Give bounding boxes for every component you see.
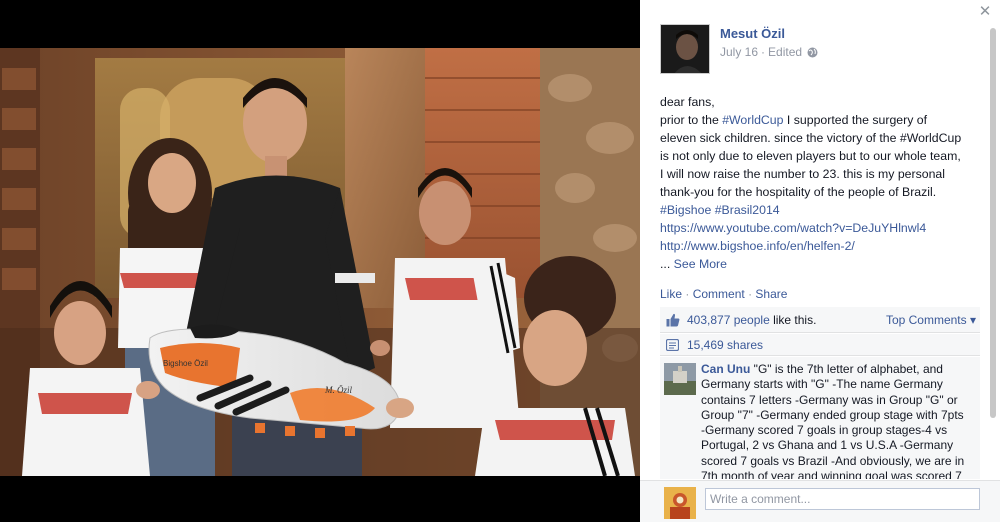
comment-input[interactable]	[705, 488, 980, 510]
comment-text: Can Unu "G" is the 7th letter of alphabe…	[701, 362, 977, 479]
comment-fragment: "G" is the 7th letter of alphabet, and	[750, 362, 943, 376]
comment-line: contains 7 letters -Germany was in Group…	[701, 392, 958, 407]
comment-line: Can Unu "G" is the 7th letter of alphabe…	[701, 362, 977, 377]
share-icon	[665, 338, 680, 352]
commenter-avatar[interactable]	[664, 363, 696, 395]
close-icon[interactable]: ✕	[978, 4, 992, 19]
comment-item: Can Unu "G" is the 7th letter of alphabe…	[660, 357, 980, 479]
post-text-fragment: prior to the	[660, 113, 723, 127]
boot-label: Bigshoe Özil	[163, 359, 208, 368]
photo-illustration: Bigshoe Özil M. Özil	[0, 48, 640, 476]
post-line: eleven sick children. since the victory …	[660, 131, 962, 145]
commenter-name[interactable]: Can Unu	[701, 362, 750, 376]
comment-line: scored 7 goals vs Brazil -And obviously,…	[701, 453, 965, 468]
youtube-link[interactable]: https://www.youtube.com/watch?v=DeJuYHln…	[660, 219, 986, 237]
likes-text: 403,877 people like this.	[687, 313, 816, 327]
globe-icon[interactable]	[807, 47, 818, 58]
photo-viewer: Bigshoe Özil M. Özil	[0, 0, 640, 522]
post-text-fragment: I supported the surgery of	[783, 113, 928, 127]
share-button[interactable]: Share	[755, 287, 787, 301]
likes-count[interactable]: 403,877 people	[687, 313, 770, 327]
post-line: I will now raise the number to 23. this …	[660, 167, 946, 181]
scrollbar-thumb[interactable]	[990, 28, 996, 418]
comment-line: -Germany scored 7 goals in group stages-…	[701, 423, 948, 438]
post-photo[interactable]: Bigshoe Özil M. Özil	[0, 48, 640, 476]
comment-line: 7th month of year and winning goal was s…	[701, 469, 962, 479]
post-line: prior to the #WorldCup I supported the s…	[660, 111, 986, 129]
ellipsis: ...	[660, 257, 671, 271]
viewer-avatar	[664, 487, 696, 519]
post-date[interactable]: July 16	[720, 45, 758, 59]
shares-summary: 15,469 shares	[660, 334, 980, 356]
comment-button[interactable]: Comment	[693, 287, 745, 301]
boot-signature: M. Özil	[324, 385, 352, 395]
see-more-row: ... See More	[660, 255, 986, 273]
edited-label[interactable]: Edited	[768, 45, 802, 59]
bigshoe-link[interactable]: http://www.bigshoe.info/en/helfen-2/	[660, 237, 986, 255]
author-name[interactable]: Mesut Özil	[720, 26, 818, 41]
meta-separator: ·	[761, 45, 766, 59]
comment-line: Germany starts with "G" -The name German…	[701, 377, 943, 392]
comment-line: Group "7" -Germany ended group stage wit…	[701, 407, 964, 422]
author-avatar[interactable]	[660, 24, 710, 74]
comment-line: Portugal, 2 vs Ghana and 1 vs U.S.A -Ger…	[701, 438, 954, 453]
shares-count[interactable]: 15,469 shares	[687, 338, 763, 352]
post-line: thank-you for the hospitality of the peo…	[660, 185, 937, 199]
post-actions: Like · Comment · Share	[660, 287, 787, 301]
see-more-link[interactable]: See More	[674, 257, 727, 271]
post-line: dear fans,	[660, 95, 715, 109]
post-body: dear fans, prior to the #WorldCup I supp…	[660, 93, 986, 273]
top-comments-dropdown[interactable]: Top Comments ▾	[886, 313, 976, 327]
hashtag-link[interactable]: #WorldCup	[722, 113, 783, 127]
hashtags-link[interactable]: #Bigshoe #Brasil2014	[660, 201, 986, 219]
action-separator: ·	[748, 287, 753, 301]
action-separator: ·	[685, 287, 690, 301]
comment-composer	[640, 480, 1000, 522]
thumbs-up-icon	[666, 313, 680, 327]
post-line: is not only due to eleven players but to…	[660, 149, 961, 163]
likes-summary: 403,877 people like this. Top Comments ▾	[660, 307, 980, 333]
likes-suffix: like this.	[769, 313, 817, 327]
post-header: Mesut Özil July 16 · Edited	[660, 24, 818, 74]
like-button[interactable]: Like	[660, 287, 682, 301]
